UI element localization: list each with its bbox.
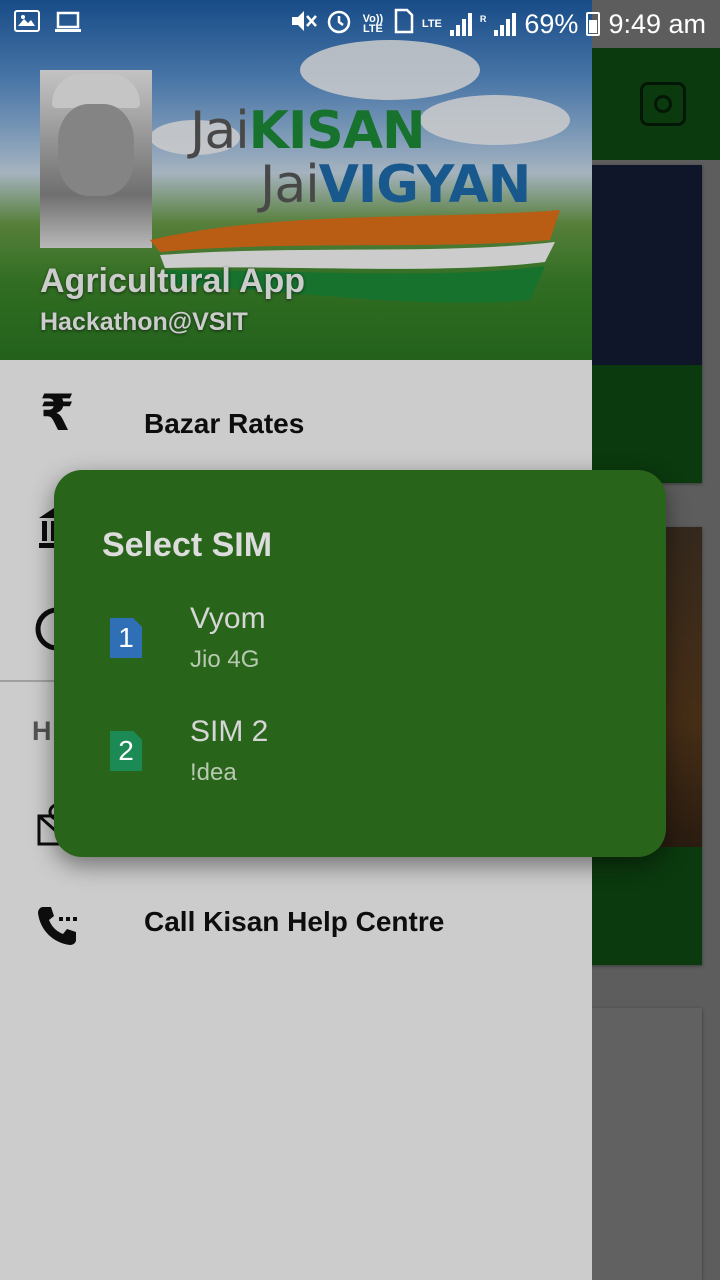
dialog-title: Select SIM [102, 526, 273, 564]
roaming-label: R [479, 13, 487, 24]
sim-name: Vyom [190, 602, 266, 635]
select-sim-dialog: Select SIM 1 Vyom Jio 4G 2 SIM 2 !dea [54, 470, 666, 857]
laptop-icon [54, 10, 82, 39]
sim-card-icon: 2 [110, 731, 142, 771]
signal-roaming-icon [494, 12, 517, 36]
alarm-icon [326, 8, 352, 41]
sim-carrier: Jio 4G [190, 646, 260, 673]
sim-card-icon: 1 [110, 618, 142, 658]
volte-icon: Vo)) LTE [362, 13, 384, 35]
lte-icon: LTE [421, 18, 442, 30]
sim-option-2[interactable]: 2 SIM 2 !dea [54, 703, 666, 803]
sim-icon [394, 8, 414, 41]
battery-icon [586, 12, 601, 36]
image-icon [14, 9, 40, 32]
sim-carrier: !dea [190, 759, 237, 786]
mute-icon [290, 8, 318, 41]
signal-icon [449, 12, 472, 36]
sim-option-1[interactable]: 1 Vyom Jio 4G [54, 590, 666, 690]
clock: 9:49 am [608, 8, 706, 39]
sim-name: SIM 2 [190, 715, 269, 748]
status-bar: Vo)) LTE LTE R 69% 9:49 am [0, 0, 720, 48]
battery-percent: 69% [524, 8, 579, 39]
